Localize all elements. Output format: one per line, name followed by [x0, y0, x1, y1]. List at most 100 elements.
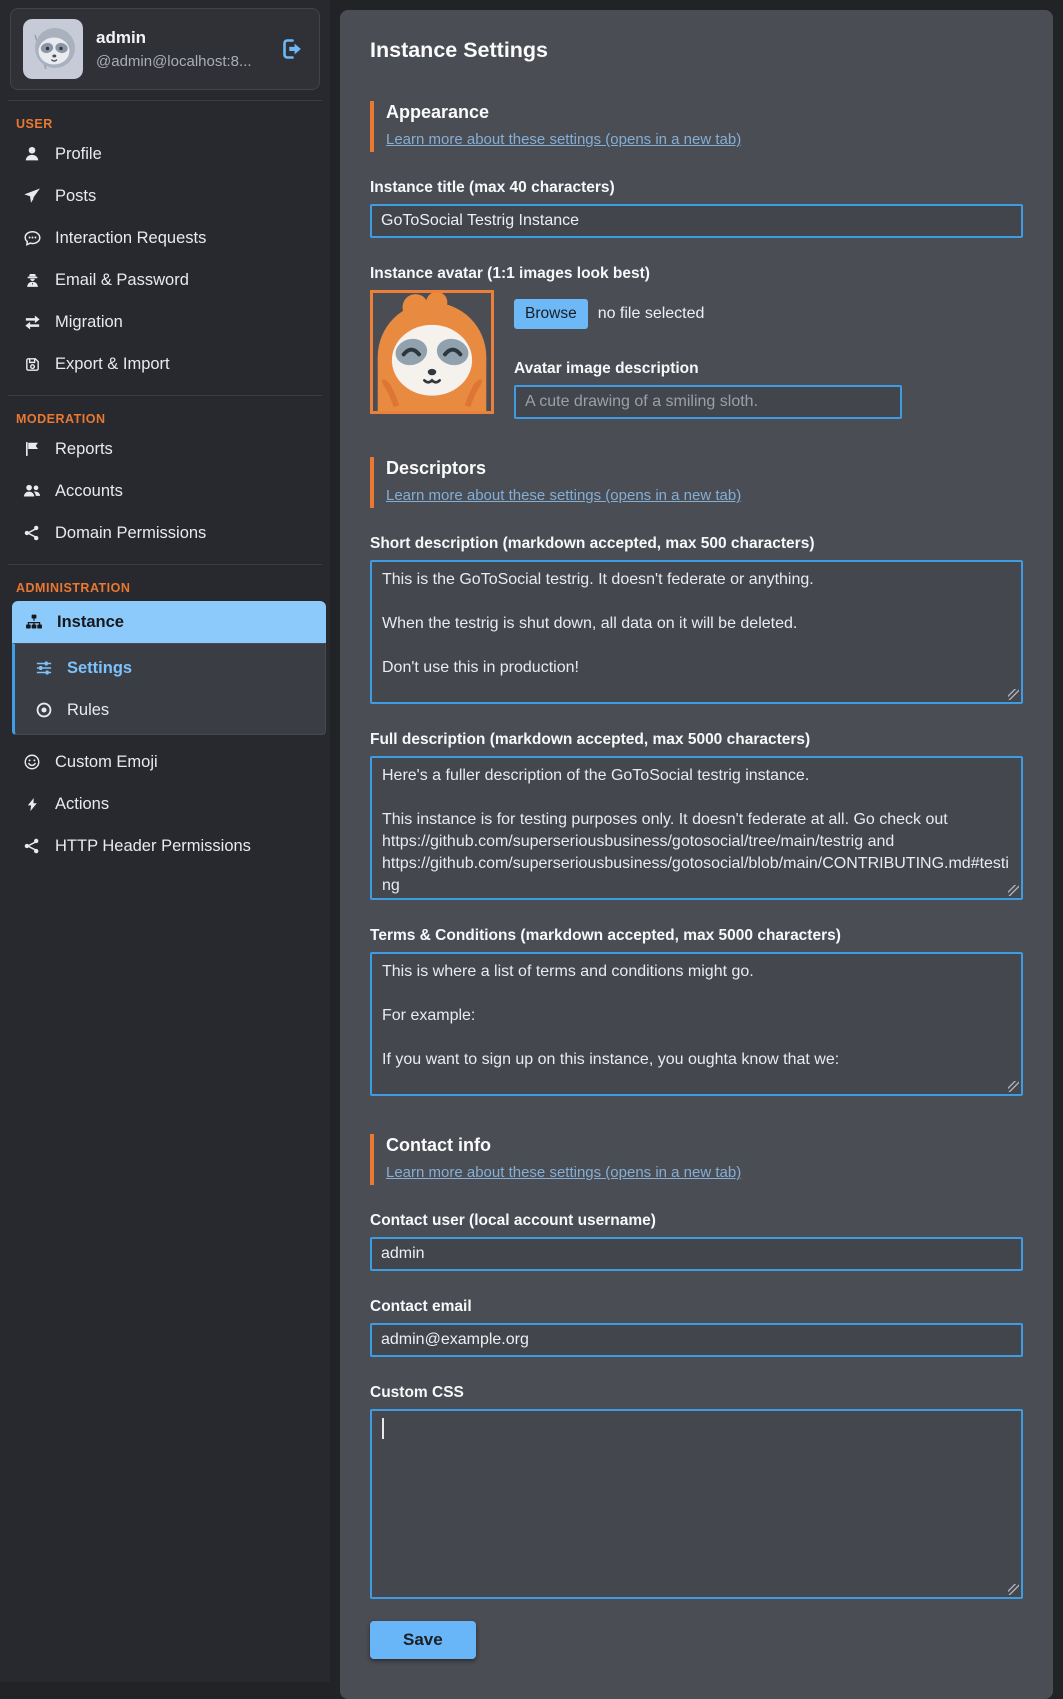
instance-avatar-field: Instance avatar (1:1 images look best): [370, 265, 1023, 419]
sliders-icon: [34, 658, 54, 678]
users-icon: [22, 481, 42, 501]
sidebar-item-settings[interactable]: Settings: [15, 647, 325, 689]
divider: [8, 564, 322, 565]
user-secret-icon: [22, 270, 42, 290]
contact-heading: Contact info: [386, 1135, 1023, 1156]
appearance-section-header: Appearance Learn more about these settin…: [370, 101, 1023, 152]
contact-email-input[interactable]: [370, 1323, 1023, 1357]
instance-title-input[interactable]: [370, 204, 1023, 238]
instance-avatar-preview: [370, 290, 494, 414]
sidebar-item-label: Settings: [67, 659, 132, 678]
sidebar-item-domain-permissions[interactable]: Domain Permissions: [0, 512, 330, 554]
sidebar-item-rules[interactable]: Rules: [15, 689, 325, 731]
sidebar-item-label: Export & Import: [55, 355, 170, 374]
contact-learn-more-link[interactable]: Learn more about these settings (opens i…: [386, 1164, 741, 1181]
sidebar-item-label: HTTP Header Permissions: [55, 837, 251, 856]
avatar-row: Browse no file selected Avatar image des…: [370, 290, 1023, 419]
user-meta: admin @admin@localhost:8...: [96, 28, 252, 70]
sidebar-section-user: USER: [16, 117, 330, 131]
terms-textarea[interactable]: This is where a list of terms and condit…: [370, 952, 1023, 1096]
sidebar-item-label: Actions: [55, 795, 109, 814]
logout-icon[interactable]: [281, 37, 305, 61]
sidebar-item-http-header-permissions[interactable]: HTTP Header Permissions: [0, 825, 330, 867]
sidebar-item-export-import[interactable]: Export & Import: [0, 343, 330, 385]
sidebar-item-email-password[interactable]: Email & Password: [0, 259, 330, 301]
circle-dot-icon: [34, 700, 54, 720]
resize-grip[interactable]: [1008, 885, 1019, 896]
short-description-field: Short description (markdown accepted, ma…: [370, 535, 1023, 704]
contact-email-field: Contact email: [370, 1298, 1023, 1357]
paper-plane-icon: [22, 186, 42, 206]
flag-icon: [22, 439, 42, 459]
sidebar-item-label: Instance: [57, 613, 124, 632]
floppy-disk-icon: [22, 354, 42, 374]
descriptors-learn-more-link[interactable]: Learn more about these settings (opens i…: [386, 487, 741, 504]
descriptors-section-header: Descriptors Learn more about these setti…: [370, 457, 1023, 508]
browse-button[interactable]: Browse: [514, 299, 588, 329]
appearance-heading: Appearance: [386, 102, 1023, 123]
sidebar-item-custom-emoji[interactable]: Custom Emoji: [0, 741, 330, 783]
terms-label: Terms & Conditions (markdown accepted, m…: [370, 927, 1023, 945]
terms-field: Terms & Conditions (markdown accepted, m…: [370, 927, 1023, 1096]
sidebar-section-moderation: MODERATION: [16, 412, 330, 426]
contact-section-header: Contact info Learn more about these sett…: [370, 1134, 1023, 1185]
file-status-text: no file selected: [598, 305, 705, 323]
sitemap-icon: [24, 612, 44, 632]
user-icon: [22, 144, 42, 164]
full-description-label: Full description (markdown accepted, max…: [370, 731, 1023, 749]
divider: [8, 395, 322, 396]
sloth-avatar-image: [373, 293, 491, 411]
save-button[interactable]: Save: [370, 1621, 476, 1659]
short-description-label: Short description (markdown accepted, ma…: [370, 535, 1023, 553]
full-description-textarea[interactable]: Here's a fuller description of the GoToS…: [370, 756, 1023, 900]
instance-settings-panel: Instance Settings Appearance Learn more …: [340, 10, 1053, 1699]
instance-submenu: Settings Rules: [12, 643, 326, 735]
appearance-learn-more-link[interactable]: Learn more about these settings (opens i…: [386, 131, 741, 148]
sidebar-item-label: Accounts: [55, 482, 123, 501]
sloth-logo-icon: [23, 19, 83, 79]
sidebar-item-posts[interactable]: Posts: [0, 175, 330, 217]
sidebar-item-label: Posts: [55, 187, 96, 206]
file-row: Browse no file selected: [514, 299, 1023, 329]
sidebar: admin @admin@localhost:8... USER Profile…: [0, 0, 330, 1682]
sidebar-item-label: Rules: [67, 701, 109, 720]
sidebar-item-label: Email & Password: [55, 271, 189, 290]
user-card[interactable]: admin @admin@localhost:8...: [10, 8, 320, 90]
instance-nav-group: Instance Settings: [12, 601, 326, 735]
sidebar-item-reports[interactable]: Reports: [0, 428, 330, 470]
face-smile-icon: [22, 752, 42, 772]
avatar-description-label: Avatar image description: [514, 360, 1023, 378]
sidebar-item-label: Migration: [55, 313, 123, 332]
share-nodes-icon: [22, 836, 42, 856]
divider: [8, 100, 322, 101]
resize-grip[interactable]: [1008, 1081, 1019, 1092]
sidebar-item-accounts[interactable]: Accounts: [0, 470, 330, 512]
resize-grip[interactable]: [1008, 689, 1019, 700]
sidebar-section-administration: ADMINISTRATION: [16, 581, 330, 595]
sidebar-item-instance[interactable]: Instance: [12, 601, 326, 643]
instance-title-field: Instance title (max 40 characters): [370, 179, 1023, 238]
comment-dots-icon: [22, 228, 42, 248]
sidebar-item-profile[interactable]: Profile: [0, 133, 330, 175]
resize-grip[interactable]: [1008, 1584, 1019, 1595]
right-left-arrows-icon: [22, 312, 42, 332]
descriptors-heading: Descriptors: [386, 458, 1023, 479]
avatar-description-input[interactable]: [514, 385, 902, 419]
text-caret: [382, 1418, 384, 1439]
sidebar-item-actions[interactable]: Actions: [0, 783, 330, 825]
sidebar-item-label: Domain Permissions: [55, 524, 206, 543]
short-description-textarea[interactable]: This is the GoToSocial testrig. It doesn…: [370, 560, 1023, 704]
contact-user-input[interactable]: [370, 1237, 1023, 1271]
sidebar-item-migration[interactable]: Migration: [0, 301, 330, 343]
sidebar-item-label: Profile: [55, 145, 102, 164]
sidebar-item-interaction-requests[interactable]: Interaction Requests: [0, 217, 330, 259]
user-name: admin: [96, 28, 252, 48]
user-avatar: [23, 19, 83, 79]
sidebar-item-label: Interaction Requests: [55, 229, 206, 248]
page-title: Instance Settings: [370, 38, 1023, 63]
custom-css-textarea[interactable]: [370, 1409, 1023, 1599]
custom-css-field: Custom CSS: [370, 1384, 1023, 1599]
custom-css-label: Custom CSS: [370, 1384, 1023, 1402]
sidebar-item-label: Reports: [55, 440, 113, 459]
share-nodes-icon: [22, 523, 42, 543]
